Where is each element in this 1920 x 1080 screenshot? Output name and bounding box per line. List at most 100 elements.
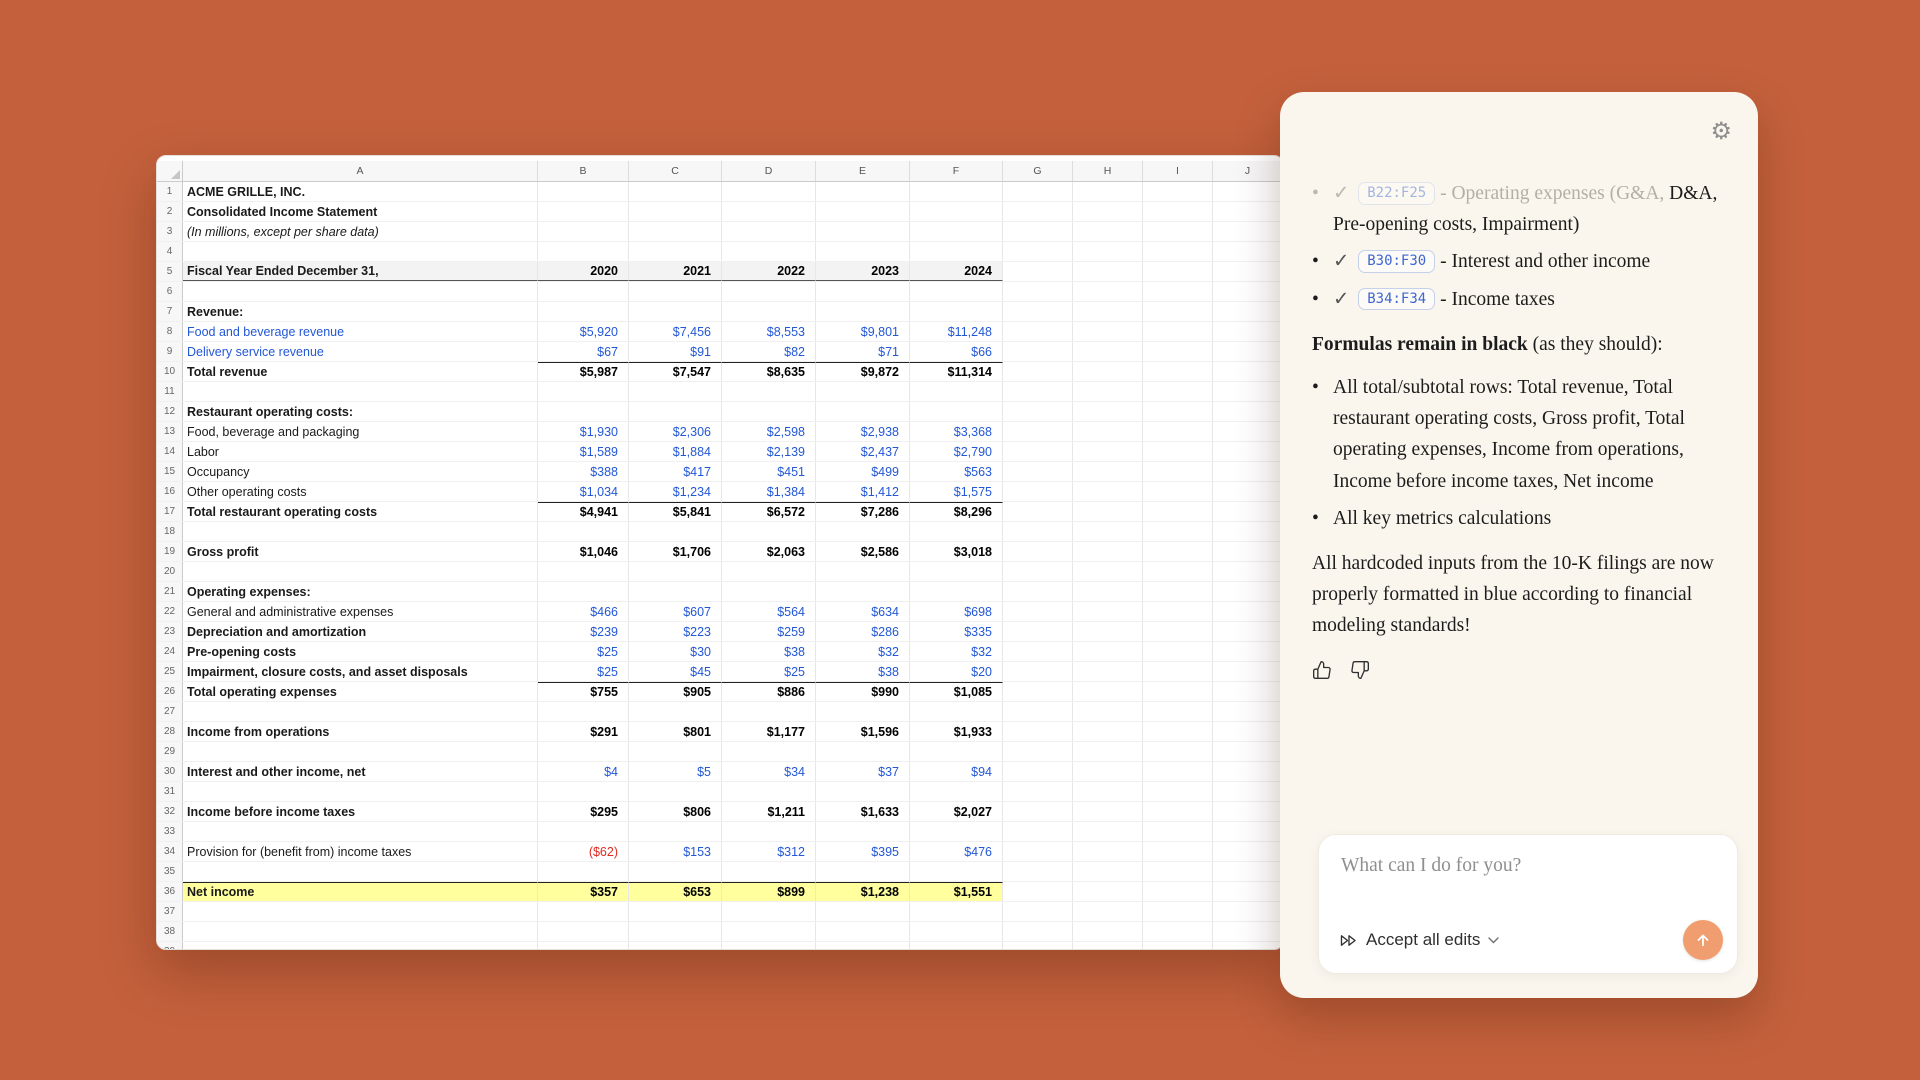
cell-E23[interactable]: $286 — [816, 622, 910, 641]
accept-all-edits-button[interactable]: Accept all edits — [1339, 930, 1499, 950]
cell-G10[interactable] — [1003, 362, 1073, 381]
cell-E4[interactable] — [816, 242, 910, 261]
cell-E5[interactable]: 2023 — [816, 262, 910, 281]
cell-C3[interactable] — [629, 222, 722, 241]
cell-D5[interactable]: 2022 — [722, 262, 816, 281]
cell-J6[interactable] — [1213, 282, 1283, 301]
cell-C23[interactable]: $223 — [629, 622, 722, 641]
row-number-5[interactable]: 5 — [157, 262, 183, 281]
cell-F24[interactable]: $32 — [910, 642, 1003, 661]
cell-J3[interactable] — [1213, 222, 1283, 241]
row-number-16[interactable]: 16 — [157, 482, 183, 501]
row-number-1[interactable]: 1 — [157, 182, 183, 201]
cell-F13[interactable]: $3,368 — [910, 422, 1003, 441]
row-number-13[interactable]: 13 — [157, 422, 183, 441]
cell-G37[interactable] — [1003, 902, 1073, 921]
cell-F17[interactable]: $8,296 — [910, 502, 1003, 521]
cell-F28[interactable]: $1,933 — [910, 722, 1003, 741]
cell-C34[interactable]: $153 — [629, 842, 722, 861]
cell-D6[interactable] — [722, 282, 816, 301]
cell-E14[interactable]: $2,437 — [816, 442, 910, 461]
cell-D15[interactable]: $451 — [722, 462, 816, 481]
cell-A19[interactable]: Gross profit — [183, 542, 538, 561]
cell-D2[interactable] — [722, 202, 816, 221]
cell-G35[interactable] — [1003, 862, 1073, 881]
cell-G14[interactable] — [1003, 442, 1073, 461]
cell-A33[interactable] — [183, 822, 538, 841]
cell-D18[interactable] — [722, 522, 816, 541]
cell-C11[interactable] — [629, 382, 722, 401]
cell-B18[interactable] — [538, 522, 629, 541]
cell-G32[interactable] — [1003, 802, 1073, 821]
cell-B25[interactable]: $25 — [538, 662, 629, 681]
cell-B36[interactable]: $357 — [538, 882, 629, 901]
settings-gear-icon[interactable]: ⚙ — [1710, 120, 1732, 144]
cell-H37[interactable] — [1073, 902, 1143, 921]
cell-A4[interactable] — [183, 242, 538, 261]
cell-J13[interactable] — [1213, 422, 1283, 441]
cell-B24[interactable]: $25 — [538, 642, 629, 661]
cell-C16[interactable]: $1,234 — [629, 482, 722, 501]
cell-H26[interactable] — [1073, 682, 1143, 701]
cell-G17[interactable] — [1003, 502, 1073, 521]
row-number-6[interactable]: 6 — [157, 282, 183, 301]
cell-D31[interactable] — [722, 782, 816, 801]
cell-F36[interactable]: $1,551 — [910, 882, 1003, 901]
cell-A31[interactable] — [183, 782, 538, 801]
cell-A25[interactable]: Impairment, closure costs, and asset dis… — [183, 662, 538, 681]
cell-E39[interactable] — [816, 942, 910, 950]
cell-F29[interactable] — [910, 742, 1003, 761]
cell-F2[interactable] — [910, 202, 1003, 221]
cell-I36[interactable] — [1143, 882, 1213, 901]
cell-H18[interactable] — [1073, 522, 1143, 541]
row-number-12[interactable]: 12 — [157, 402, 183, 421]
cell-E11[interactable] — [816, 382, 910, 401]
cell-F35[interactable] — [910, 862, 1003, 881]
row-number-27[interactable]: 27 — [157, 702, 183, 721]
cell-F8[interactable]: $11,248 — [910, 322, 1003, 341]
cell-H11[interactable] — [1073, 382, 1143, 401]
cell-C9[interactable]: $91 — [629, 342, 722, 361]
cell-I7[interactable] — [1143, 302, 1213, 321]
cell-H29[interactable] — [1073, 742, 1143, 761]
cell-I15[interactable] — [1143, 462, 1213, 481]
cell-D14[interactable]: $2,139 — [722, 442, 816, 461]
cell-C24[interactable]: $30 — [629, 642, 722, 661]
cell-G31[interactable] — [1003, 782, 1073, 801]
cell-J27[interactable] — [1213, 702, 1283, 721]
cell-J22[interactable] — [1213, 602, 1283, 621]
cell-I13[interactable] — [1143, 422, 1213, 441]
cell-A17[interactable]: Total restaurant operating costs — [183, 502, 538, 521]
cell-A16[interactable]: Other operating costs — [183, 482, 538, 501]
row-number-14[interactable]: 14 — [157, 442, 183, 461]
cell-E25[interactable]: $38 — [816, 662, 910, 681]
cell-D37[interactable] — [722, 902, 816, 921]
cell-F9[interactable]: $66 — [910, 342, 1003, 361]
cell-A24[interactable]: Pre-opening costs — [183, 642, 538, 661]
cell-A28[interactable]: Income from operations — [183, 722, 538, 741]
cell-F7[interactable] — [910, 302, 1003, 321]
cell-A27[interactable] — [183, 702, 538, 721]
cell-F19[interactable]: $3,018 — [910, 542, 1003, 561]
cell-J28[interactable] — [1213, 722, 1283, 741]
cell-C18[interactable] — [629, 522, 722, 541]
row-number-21[interactable]: 21 — [157, 582, 183, 601]
cell-A7[interactable]: Revenue: — [183, 302, 538, 321]
cell-J5[interactable] — [1213, 262, 1283, 281]
cell-J14[interactable] — [1213, 442, 1283, 461]
cell-A34[interactable]: Provision for (benefit from) income taxe… — [183, 842, 538, 861]
cell-I28[interactable] — [1143, 722, 1213, 741]
cell-F39[interactable] — [910, 942, 1003, 950]
column-header-F[interactable]: F — [910, 161, 1003, 181]
cell-B33[interactable] — [538, 822, 629, 841]
cell-F38[interactable] — [910, 922, 1003, 941]
cell-H7[interactable] — [1073, 302, 1143, 321]
cell-A29[interactable] — [183, 742, 538, 761]
cell-C27[interactable] — [629, 702, 722, 721]
cell-J31[interactable] — [1213, 782, 1283, 801]
cell-C26[interactable]: $905 — [629, 682, 722, 701]
cell-B10[interactable]: $5,987 — [538, 362, 629, 381]
cell-E1[interactable] — [816, 182, 910, 201]
cell-I30[interactable] — [1143, 762, 1213, 781]
row-number-36[interactable]: 36 — [157, 882, 183, 901]
